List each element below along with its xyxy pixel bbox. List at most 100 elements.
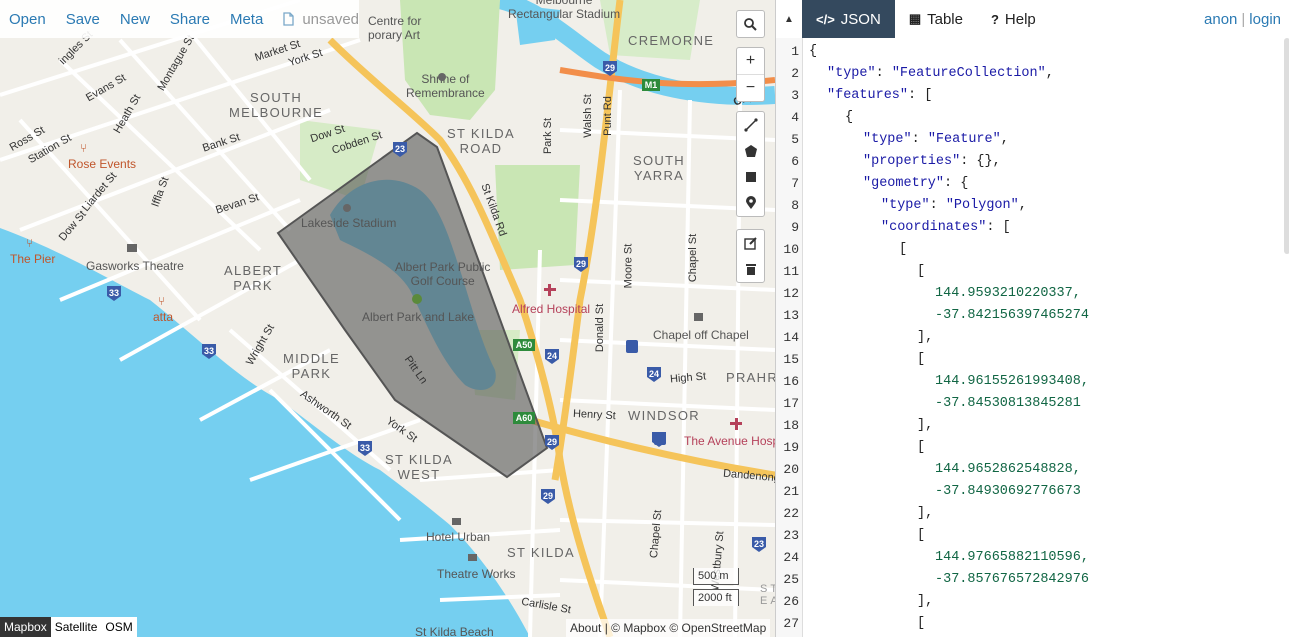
code-token: : xyxy=(929,198,946,213)
zoom-in-button[interactable]: + xyxy=(737,48,764,74)
tab-label: Help xyxy=(1004,10,1036,28)
code-token: [ xyxy=(917,440,926,455)
line-number: 27 xyxy=(783,616,799,631)
code-token: : xyxy=(986,220,1003,235)
code-line: "geometry": { xyxy=(809,176,968,191)
suburb-label: MIDDLE PARK xyxy=(283,351,340,381)
layer-osm[interactable]: OSM xyxy=(101,617,137,637)
poi-label: Alfred Hospital xyxy=(512,302,591,316)
code-line: -37.84530813845281 xyxy=(809,396,1081,411)
share-menu[interactable]: Share xyxy=(170,11,210,28)
code-token: "type" xyxy=(863,132,912,147)
suburb-label: CREMORNE xyxy=(628,33,715,48)
code-token: : xyxy=(911,132,928,147)
tab-help[interactable]: ? Help xyxy=(977,0,1050,38)
collapse-panel-button[interactable]: ▲ xyxy=(776,0,802,38)
line-number: 21 xyxy=(783,484,799,499)
auth-links: anon | login xyxy=(1204,0,1281,38)
line-number: 7 xyxy=(791,176,799,191)
new-menu[interactable]: New xyxy=(120,11,150,28)
zoom-out-button[interactable]: − xyxy=(737,74,764,101)
search-control xyxy=(736,10,765,38)
tab-table[interactable]: ▦ Table xyxy=(895,0,977,38)
triangle-up-icon: ▲ xyxy=(784,13,794,25)
map-view[interactable]: 29 M1 23 29 33 33 24 24 29 29 A50 A60 33… xyxy=(0,0,775,637)
code-token: , xyxy=(1000,132,1009,147)
code-line: [ xyxy=(809,264,925,279)
code-token: [ xyxy=(899,242,908,257)
code-line: ], xyxy=(809,594,933,609)
poi-label: Albert Park and Lake xyxy=(362,310,475,324)
rectangle-icon xyxy=(745,172,756,182)
open-menu[interactable]: Open xyxy=(9,11,46,28)
draw-line-button[interactable] xyxy=(737,112,764,138)
line-number: 16 xyxy=(783,374,799,389)
editor-scrollbar[interactable] xyxy=(1284,38,1289,254)
delete-layers-button[interactable] xyxy=(737,256,764,282)
code-line: ], xyxy=(809,418,933,433)
anon-link[interactable]: anon xyxy=(1204,11,1237,28)
scale-metric: 500 m xyxy=(693,568,739,585)
code-token: { xyxy=(960,176,969,191)
code-line: 144.9652862548828, xyxy=(809,462,1081,477)
poi-label: Lakeside Stadium xyxy=(301,216,397,230)
file-status: unsaved xyxy=(283,11,359,28)
line-number: 3 xyxy=(791,88,799,103)
code-token: ], xyxy=(917,330,934,345)
code-token: {}, xyxy=(976,154,1001,169)
tab-json[interactable]: </> JSON xyxy=(802,0,895,38)
line-number: 2 xyxy=(791,66,799,81)
code-token: -37.84930692776673 xyxy=(935,484,1081,499)
road-label: Donald St xyxy=(594,303,607,353)
line-number: 6 xyxy=(791,154,799,169)
suburb-label: SOUTH MELBOURNE xyxy=(229,90,324,120)
suburb-label: WINDSOR xyxy=(628,408,700,423)
json-editor[interactable]: 1 2 3 4 5 6 7 8 9 10 11 12 13 14 15 16 17 18 19 20 21 22 23 24 2… xyxy=(776,38,1289,637)
svg-text:23: 23 xyxy=(395,144,405,154)
code-line: -37.842156397465274 xyxy=(809,308,1089,323)
search-button[interactable] xyxy=(737,11,764,37)
suburb-label: ST KILDA xyxy=(507,545,575,560)
map-attribution[interactable]: About | © Mapbox © OpenStreetMap xyxy=(566,619,771,637)
code-line: -37.857676572842976 xyxy=(809,572,1089,587)
line-number: 19 xyxy=(783,440,799,455)
svg-text:29: 29 xyxy=(547,437,557,447)
draw-polygon-button[interactable] xyxy=(737,138,764,164)
login-link[interactable]: login xyxy=(1249,11,1281,28)
svg-text:A50: A50 xyxy=(516,340,533,350)
poi-label: atta xyxy=(153,310,174,324)
code-token: { xyxy=(809,44,818,59)
code-line: "coordinates": [ xyxy=(809,220,1011,235)
divider: | xyxy=(1241,10,1246,28)
code-token: , xyxy=(1018,198,1027,213)
code-token: 144.96155261993408, xyxy=(935,374,1089,389)
draw-rectangle-button[interactable] xyxy=(737,164,764,190)
line-number: 10 xyxy=(783,242,799,257)
file-status-label: unsaved xyxy=(302,10,360,28)
road-label: S T E A xyxy=(760,583,775,607)
svg-text:M1: M1 xyxy=(645,80,658,90)
code-token: { xyxy=(845,110,854,125)
line-number: 26 xyxy=(783,594,799,609)
layer-satellite[interactable]: Satellite xyxy=(50,617,102,637)
layer-mapbox[interactable]: Mapbox xyxy=(0,617,51,637)
poi-label: Centre for porary Art xyxy=(368,14,422,42)
line-number: 4 xyxy=(791,110,799,125)
edit-layers-button[interactable] xyxy=(737,230,764,256)
code-line: [ xyxy=(809,528,925,543)
code-token: -37.84530813845281 xyxy=(935,396,1081,411)
code-line: "type": "Polygon", xyxy=(809,198,1027,213)
svg-text:29: 29 xyxy=(576,259,586,269)
suburb-label: SOUTH YARRA xyxy=(633,153,685,183)
document-icon xyxy=(283,12,294,26)
code-token: : xyxy=(908,88,925,103)
draw-marker-button[interactable] xyxy=(737,190,764,216)
code-token: 144.9593210220337, xyxy=(935,286,1081,301)
question-icon: ? xyxy=(990,11,999,27)
code-token: ], xyxy=(917,506,934,521)
save-menu[interactable]: Save xyxy=(66,11,100,28)
line-number: 12 xyxy=(783,286,799,301)
svg-text:29: 29 xyxy=(605,63,615,73)
line-icon xyxy=(743,118,758,132)
meta-menu[interactable]: Meta xyxy=(230,11,263,28)
